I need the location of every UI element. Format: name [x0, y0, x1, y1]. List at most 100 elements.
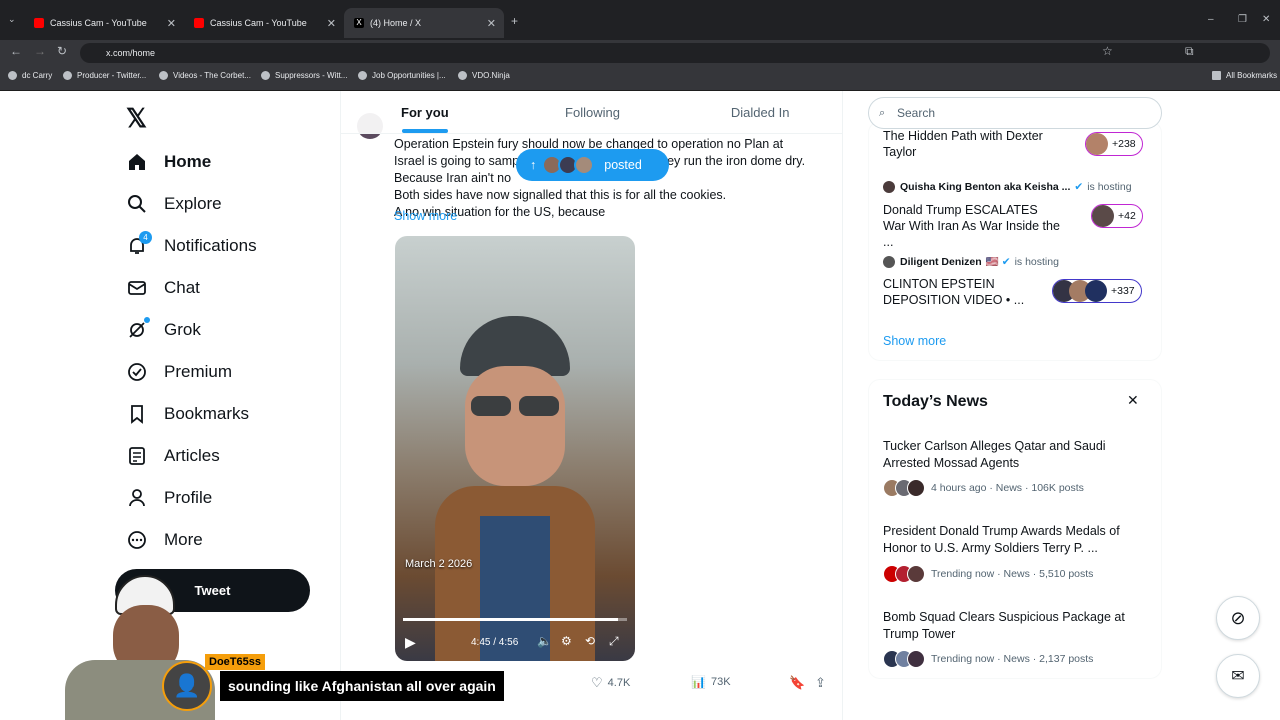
video-progress-track[interactable] — [403, 618, 627, 621]
space-listeners[interactable]: +238 — [1085, 132, 1143, 156]
close-icon[interactable]: ✕ — [1127, 392, 1139, 409]
timeline-tabs: For you Following Dialded In — [341, 91, 842, 134]
bookmark-icon — [126, 403, 148, 425]
volume-icon[interactable]: 🔈 — [537, 634, 552, 648]
close-window-icon[interactable]: ✕ — [1262, 14, 1270, 25]
video-progress-fill — [403, 618, 619, 621]
reload-icon[interactable]: ↻ — [57, 44, 67, 58]
nav-explore[interactable]: Explore — [126, 193, 222, 215]
restore-icon[interactable]: ❐ — [1238, 14, 1247, 25]
nav-label: Home — [164, 152, 212, 171]
share-button[interactable]: ⇪ — [815, 675, 826, 691]
search-input[interactable]: ⌕ Search — [868, 97, 1162, 129]
spaces-show-more[interactable]: Show more — [883, 334, 946, 348]
close-tab-icon[interactable]: ✕ — [167, 17, 176, 30]
articles-icon — [126, 445, 148, 467]
grok-dot — [144, 317, 150, 323]
grok-fab[interactable]: ⊘ — [1216, 596, 1260, 640]
extensions-icon[interactable]: ⧉ — [1185, 44, 1194, 59]
minimize-icon[interactable]: – — [1208, 14, 1214, 25]
forward-icon[interactable]: → — [34, 44, 46, 58]
bookmark-item[interactable]: dc Carry — [8, 71, 52, 80]
news-meta: 4 hours ago · News · 106K posts — [883, 479, 1084, 497]
tab-search-icon[interactable]: ⌄ — [8, 14, 16, 25]
avatar — [883, 255, 895, 268]
verified-icon: ✔ — [1074, 181, 1084, 193]
premium-icon — [126, 361, 148, 383]
new-tab-icon[interactable]: + — [511, 14, 518, 28]
video-person — [435, 316, 595, 661]
close-tab-icon[interactable]: ✕ — [327, 17, 336, 30]
host-status: is hosting — [1087, 181, 1132, 193]
nav-profile[interactable]: Profile — [126, 487, 212, 509]
chat-caption: sounding like Afghanistan all over again — [220, 671, 504, 701]
post-line: A no win situation for the US, because — [394, 205, 606, 219]
nav-home[interactable]: Home — [126, 151, 211, 173]
new-posts-pill[interactable]: ↑ posted — [516, 149, 669, 181]
browser-tab-3[interactable]: X (4) Home / X ✕ — [344, 8, 504, 38]
space-listeners[interactable]: +337 — [1052, 279, 1142, 303]
notification-badge: 4 — [139, 231, 152, 244]
back-icon[interactable]: ← — [10, 44, 22, 58]
loop-icon[interactable]: ⟲ — [585, 634, 595, 648]
search-placeholder: Search — [897, 106, 936, 120]
tab-for-you[interactable]: For you — [341, 91, 509, 133]
bookmark-item[interactable]: Producer - Twitter... — [63, 71, 146, 80]
video-time: 4:45 / 4:56 — [471, 637, 519, 648]
close-tab-icon[interactable]: ✕ — [487, 17, 496, 30]
views-button[interactable]: 📊 73K — [691, 675, 731, 689]
x-logo-icon[interactable]: 𝕏 — [126, 103, 147, 134]
play-icon[interactable]: ▶ — [405, 634, 416, 651]
like-button[interactable]: ♡ 4.7K — [591, 675, 630, 691]
flag-icon: 🇺🇸 — [985, 256, 999, 268]
x-logo-icon: X — [354, 18, 364, 28]
video-date-overlay: March 2 2026 — [405, 558, 473, 570]
browser-tab-strip: ⌄ Cassius Cam - YouTube ✕ Cassius Cam - … — [0, 0, 1280, 40]
all-bookmarks[interactable]: All Bookmarks — [1212, 71, 1277, 80]
news-title[interactable]: President Donald Trump Awards Medals of … — [883, 523, 1153, 557]
space-host[interactable]: Diligent Denizen 🇺🇸 ✔ is hosting — [883, 255, 1059, 268]
space-host[interactable]: Quisha King Benton aka Keisha ... ✔ is hos… — [883, 181, 1132, 193]
bookmark-label: All Bookmarks — [1226, 71, 1278, 80]
bookmark-label: dc Carry — [22, 71, 53, 80]
bookmark-item[interactable]: VDO.Ninja — [458, 71, 510, 80]
messages-fab[interactable]: ✉ — [1216, 654, 1260, 698]
video-player[interactable]: March 2 2026 ▶ 4:45 / 4:56 🔈 ⚙ ⟲ ⤢ — [395, 236, 635, 661]
news-title[interactable]: Bomb Squad Clears Suspicious Package at … — [883, 609, 1153, 643]
search-icon — [126, 193, 148, 215]
bookmark-label: Suppressors - Witt... — [275, 71, 348, 80]
nav-notifications[interactable]: 4 Notifications — [126, 231, 257, 257]
bookmark-star-icon[interactable]: ☆ — [1102, 44, 1113, 58]
tab-dialded-in[interactable]: Dialded In — [676, 91, 842, 133]
address-bar[interactable]: x.com/home — [80, 43, 1270, 63]
nav-articles[interactable]: Articles — [126, 445, 220, 467]
settings-icon[interactable]: ⚙ — [561, 634, 572, 648]
space-title[interactable]: CLINTON EPSTEIN DEPOSITION VIDEO • ... — [883, 276, 1033, 308]
bookmark-label: Job Opportunities |... — [372, 71, 446, 80]
listener-count: +337 — [1111, 285, 1135, 297]
bookmark-item[interactable]: Videos - The Corbet... — [159, 71, 251, 80]
chat-avatar: 👤 — [162, 661, 212, 711]
browser-tab-1[interactable]: Cassius Cam - YouTube ✕ — [24, 8, 184, 38]
bookmark-button[interactable]: 🔖 — [789, 675, 805, 691]
fullscreen-icon[interactable]: ⤢ — [609, 634, 619, 649]
listener-count: +238 — [1112, 138, 1136, 150]
nav-premium[interactable]: Premium — [126, 361, 232, 383]
space-title[interactable]: Donald Trump ESCALATES War With Iran As … — [883, 202, 1063, 250]
tab-following[interactable]: Following — [509, 91, 677, 133]
news-title[interactable]: Tucker Carlson Alleges Qatar and Saudi A… — [883, 438, 1153, 472]
space-listeners[interactable]: +42 — [1091, 204, 1143, 228]
nav-chat[interactable]: Chat — [126, 277, 200, 299]
nav-bookmarks[interactable]: Bookmarks — [126, 403, 249, 425]
bookmark-item[interactable]: Suppressors - Witt... — [261, 71, 347, 80]
nav-more[interactable]: More — [126, 529, 203, 551]
space-title[interactable]: The Hidden Path with Dexter Taylor — [883, 128, 1073, 160]
posted-label: posted — [604, 158, 642, 172]
heart-icon: ♡ — [591, 675, 603, 690]
browser-tab-2[interactable]: Cassius Cam - YouTube ✕ — [184, 8, 344, 38]
grok-icon — [126, 317, 150, 341]
nav-grok[interactable]: Grok — [126, 317, 201, 341]
bookmark-item[interactable]: Job Opportunities |... — [358, 71, 446, 80]
show-more-link[interactable]: Show more — [394, 209, 457, 223]
news-avatars — [883, 479, 925, 497]
